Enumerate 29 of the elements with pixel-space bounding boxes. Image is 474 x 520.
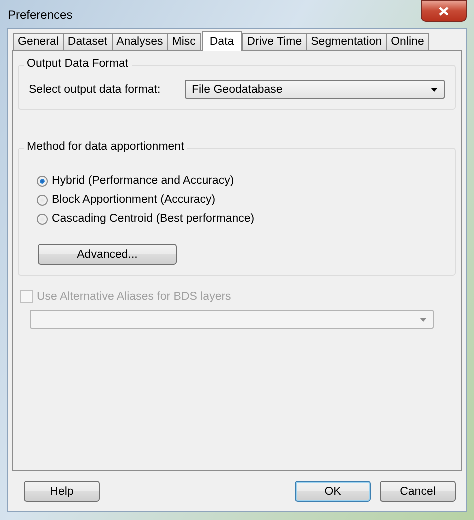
dialog-button[interactable]: Help (24, 481, 100, 502)
tab[interactable]: Online (386, 33, 430, 50)
window-title: Preferences (7, 7, 73, 22)
dialog-button[interactable]: Cancel (380, 481, 456, 502)
dialog-button[interactable]: OK (295, 481, 371, 502)
radio-button[interactable] (37, 194, 48, 206)
tab[interactable]: Analyses (112, 33, 168, 50)
close-button[interactable] (421, 0, 467, 22)
radio-label: Hybrid (Performance and Accuracy) (52, 175, 234, 187)
radio-label: Block Apportionment (Accuracy) (52, 194, 216, 206)
dropdown-arrow-icon (420, 318, 427, 322)
tab[interactable]: Data (202, 31, 242, 51)
group-title: Method for data apportionment (24, 141, 188, 153)
checkbox-label: Use Alternative Aliases for BDS layers (37, 290, 232, 302)
field-label: Select output data format: (29, 84, 162, 96)
radio-label: Cascading Centroid (Best performance) (52, 213, 255, 225)
tab[interactable]: Misc (167, 33, 201, 50)
dropdown-arrow-icon (431, 88, 438, 92)
group-title: Output Data Format (24, 58, 132, 70)
radio-button[interactable] (37, 176, 48, 186)
tab[interactable]: General (13, 33, 64, 50)
tab[interactable]: Drive Time (242, 33, 308, 50)
alias-dropdown[interactable] (30, 310, 434, 329)
radio-button[interactable] (37, 214, 48, 224)
advanced-button[interactable]: Advanced... (38, 244, 177, 265)
tab[interactable]: Segmentation (306, 33, 388, 50)
close-icon (439, 6, 449, 16)
tab[interactable]: Dataset (62, 33, 113, 50)
format-dropdown[interactable]: File Geodatabase (185, 80, 445, 99)
